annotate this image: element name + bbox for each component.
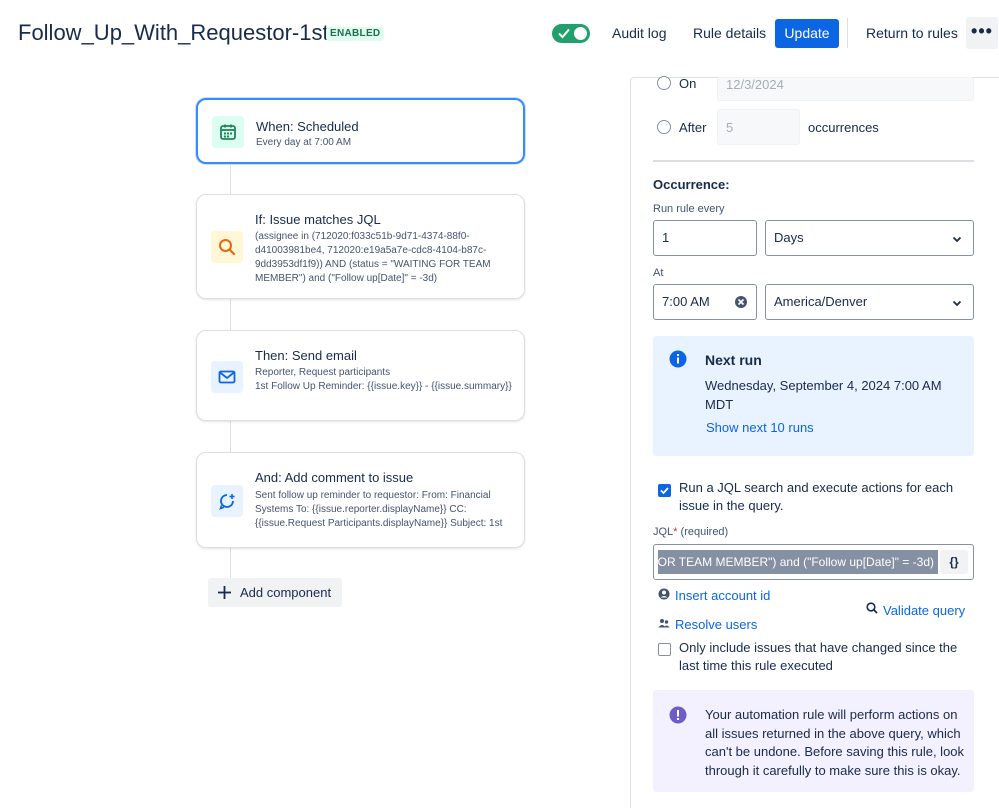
end-after-label: After	[679, 120, 707, 135]
insert-account-id-link[interactable]: Insert account id	[675, 588, 770, 603]
jql-label-text: JQL	[653, 526, 674, 538]
component-title: When: Scheduled	[256, 119, 359, 134]
end-on-label: On	[679, 76, 697, 91]
divider	[653, 160, 974, 162]
clear-icon[interactable]	[734, 295, 748, 309]
occurrence-heading: Occurrence:	[653, 177, 730, 192]
search-icon	[219, 239, 236, 256]
plus-icon	[218, 586, 231, 599]
timezone-select[interactable]: America/Denver	[765, 284, 974, 320]
component-card-trigger[interactable]: When: Scheduled Every day at 7:00 AM	[196, 98, 525, 164]
toggle-knob	[574, 27, 587, 40]
changed-since-checkbox[interactable]	[658, 643, 671, 656]
users-icon	[658, 619, 670, 628]
next-run-heading: Next run	[705, 352, 762, 368]
end-after-radio[interactable]	[657, 120, 671, 134]
action-icon-box	[211, 485, 243, 517]
component-title: Then: Send email	[255, 348, 357, 363]
warning-icon	[669, 706, 687, 724]
show-next-runs-link[interactable]: Show next 10 runs	[706, 420, 814, 435]
run-every-unit-value: Days	[774, 230, 804, 245]
time-value: 7:00 AM	[662, 294, 710, 309]
end-on-radio[interactable]	[657, 76, 671, 90]
next-run-datetime: Wednesday, September 4, 2024 7:00 AM MDT	[705, 378, 942, 412]
component-card-action-email[interactable]: Then: Send email Reporter, Request parti…	[196, 330, 525, 421]
condition-icon-box	[211, 231, 243, 263]
user-icon	[658, 588, 670, 600]
time-picker[interactable]: 7:00 AM	[653, 284, 757, 320]
enable-toggle[interactable]	[552, 24, 590, 43]
occurrences-field[interactable]: 5	[717, 109, 800, 145]
component-desc: (assignee in (712020:f033c51b-9d71-4374-…	[255, 231, 491, 284]
component-title: And: Add comment to issue	[255, 470, 414, 485]
required-mark: *	[673, 526, 678, 538]
divider	[847, 18, 848, 48]
more-options-button[interactable]: •••	[966, 17, 998, 49]
jql-search-checkbox[interactable]	[658, 484, 671, 497]
run-every-unit-select[interactable]: Days	[765, 220, 974, 256]
check-icon	[660, 487, 669, 495]
resolve-users-link[interactable]: Resolve users	[675, 617, 757, 632]
changed-since-label: Only include issues that have changed si…	[679, 640, 958, 673]
end-date-field[interactable]: 12/3/2024	[717, 77, 974, 101]
add-component-button[interactable]: Add component	[208, 578, 342, 607]
component-desc: Sent follow up reminder to requestor: Fr…	[255, 490, 503, 529]
jql-selected-text: (assignee in (712020:f033c51b-9d71-4374-…	[658, 550, 938, 574]
jql-search-label: Run a JQL search and execute actions for…	[679, 480, 954, 513]
component-title: If: Issue matches JQL	[255, 212, 381, 227]
calendar-icon	[220, 124, 236, 140]
at-label: At	[653, 267, 664, 279]
component-card-condition[interactable]: If: Issue matches JQL (assignee in (7120…	[196, 194, 525, 299]
jql-editor-button[interactable]: {}	[940, 550, 968, 574]
warning-panel: Your automation rule will perform action…	[653, 690, 974, 792]
add-component-label: Add component	[240, 585, 332, 600]
validate-query-link[interactable]: Validate query	[883, 603, 965, 618]
trigger-icon-box	[212, 116, 244, 148]
component-card-action-comment[interactable]: And: Add comment to issue Sent follow up…	[196, 452, 525, 548]
comment-icon	[219, 494, 235, 510]
top-bar: Follow_Up_With_Requestor-1st ENABLED Aud…	[0, 0, 999, 68]
next-run-panel: Next run Wednesday, September 4, 2024 7:…	[653, 336, 974, 456]
search-icon	[866, 602, 878, 614]
action-icon-box	[211, 361, 243, 393]
return-to-rules-button[interactable]: Return to rules	[858, 19, 966, 48]
info-icon	[669, 350, 687, 368]
occurrences-label: occurrences	[808, 120, 879, 135]
run-every-input[interactable]: 1	[653, 220, 757, 256]
chevron-down-icon	[952, 236, 962, 243]
check-icon	[558, 28, 570, 39]
rule-details-button[interactable]: Rule details	[685, 19, 774, 48]
email-icon	[218, 370, 236, 384]
run-every-label: Run rule every	[653, 203, 725, 215]
timezone-value: America/Denver	[774, 294, 868, 309]
rule-title: Follow_Up_With_Requestor-1st	[18, 20, 329, 45]
warning-text: Your automation rule will perform action…	[705, 707, 965, 778]
component-desc: Every day at 7:00 AM	[256, 137, 352, 148]
chevron-down-icon	[952, 300, 962, 307]
jql-value: (assignee in (712020:f033c51b-9d71-4374-…	[658, 555, 934, 569]
jql-input[interactable]: (assignee in (712020:f033c51b-9d71-4374-…	[653, 544, 974, 580]
update-button[interactable]: Update	[775, 19, 839, 48]
jql-label: JQL* (required)	[653, 526, 728, 538]
component-desc: Reporter, Request participants 1st Follo…	[255, 367, 512, 392]
audit-log-button[interactable]: Audit log	[604, 19, 674, 48]
status-badge: ENABLED	[326, 27, 385, 41]
required-text: (required)	[680, 526, 729, 538]
